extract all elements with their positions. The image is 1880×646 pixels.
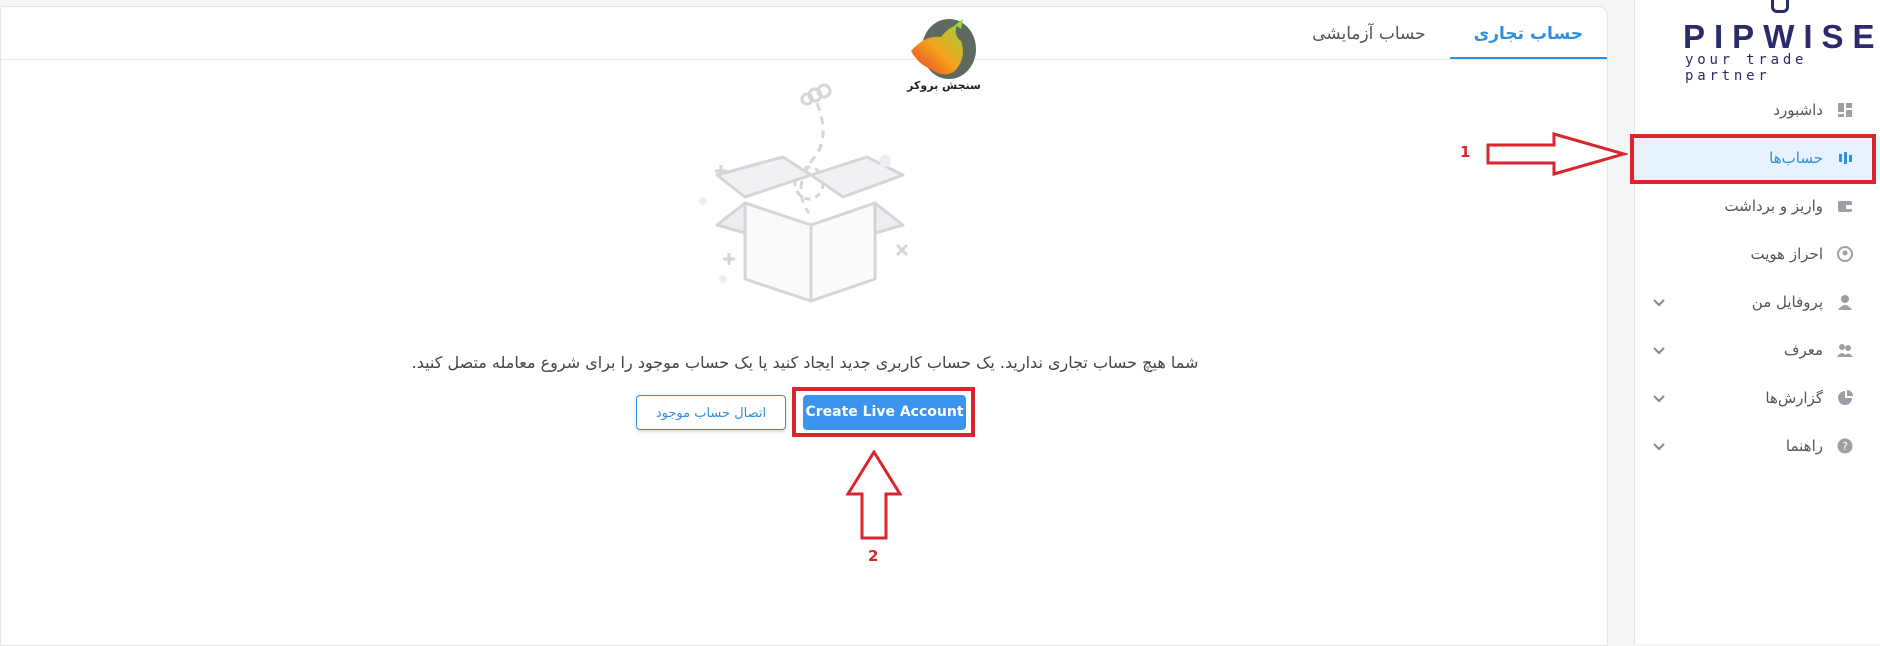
sidebar-item-label: راهنما bbox=[1785, 437, 1823, 455]
pie-chart-icon bbox=[1838, 390, 1853, 405]
chevron-down-icon bbox=[1653, 443, 1665, 451]
connect-existing-account-button[interactable]: اتصال حساب موجود bbox=[636, 395, 786, 430]
sidebar-item-reports[interactable]: گزارش‌ها bbox=[1635, 376, 1880, 420]
sidebar-item-label: واریز و برداشت bbox=[1724, 197, 1823, 215]
annotation-highlight-accounts bbox=[1630, 134, 1876, 184]
sidebar-item-dashboard[interactable]: داشبورد bbox=[1635, 88, 1880, 132]
logo-mark-icon bbox=[1771, 0, 1789, 13]
sidebar-item-label: داشبورد bbox=[1773, 101, 1823, 119]
annotation-number-1: 1 bbox=[1460, 143, 1471, 161]
sidebar-item-referral[interactable]: معرف bbox=[1635, 328, 1880, 372]
annotation-highlight-create bbox=[792, 387, 975, 437]
empty-box-illustration bbox=[699, 83, 909, 303]
main-panel: حساب تجاری حساب آزمایشی سنجش بروکر شما ه… bbox=[0, 6, 1608, 646]
sidebar-item-deposit-withdraw[interactable]: واریز و برداشت bbox=[1635, 184, 1880, 228]
referral-icon bbox=[1837, 344, 1853, 357]
sidebar-item-identity[interactable]: احراز هویت bbox=[1635, 232, 1880, 276]
empty-state-message: شما هیچ حساب تجاری ندارید. یک حساب کاربر… bbox=[411, 353, 1199, 372]
tab-demo-account[interactable]: حساب آزمایشی bbox=[1288, 7, 1450, 57]
chevron-down-icon bbox=[1653, 347, 1665, 355]
annotation-number-2: 2 bbox=[868, 547, 879, 565]
sidebar-item-label: پروفایل من bbox=[1751, 293, 1823, 311]
logo-text: PIPWISE bbox=[1683, 18, 1880, 55]
tab-live-account[interactable]: حساب تجاری bbox=[1449, 7, 1607, 59]
wallet-icon bbox=[1838, 201, 1852, 212]
user-icon bbox=[1838, 295, 1852, 310]
help-icon: ? bbox=[1837, 438, 1853, 454]
sidebar-item-label: گزارش‌ها bbox=[1765, 389, 1823, 407]
tab-divider bbox=[1, 59, 1607, 60]
sidebar-item-label: احراز هویت bbox=[1750, 245, 1823, 263]
sidebar-item-help[interactable]: ? راهنما bbox=[1635, 424, 1880, 468]
chevron-down-icon bbox=[1653, 395, 1665, 403]
sidebar-item-profile[interactable]: پروفایل من bbox=[1635, 280, 1880, 324]
svg-text:?: ? bbox=[1842, 440, 1848, 453]
dashboard-icon bbox=[1838, 103, 1852, 117]
annotation-arrow-up bbox=[846, 450, 902, 540]
logo-tagline: your trade partner bbox=[1685, 52, 1808, 84]
annotation-arrow-right bbox=[1486, 132, 1628, 176]
chevron-down-icon bbox=[1653, 299, 1665, 307]
bull-icon bbox=[911, 19, 976, 79]
identity-icon bbox=[1837, 246, 1853, 262]
sidebar: PIPWISE your trade partner داشبورد حساب‌… bbox=[1634, 0, 1880, 644]
sidebar-item-label: معرف bbox=[1783, 341, 1823, 359]
account-tabs: حساب تجاری حساب آزمایشی bbox=[1288, 7, 1607, 59]
pipwise-logo[interactable]: PIPWISE your trade partner bbox=[1635, 0, 1880, 84]
